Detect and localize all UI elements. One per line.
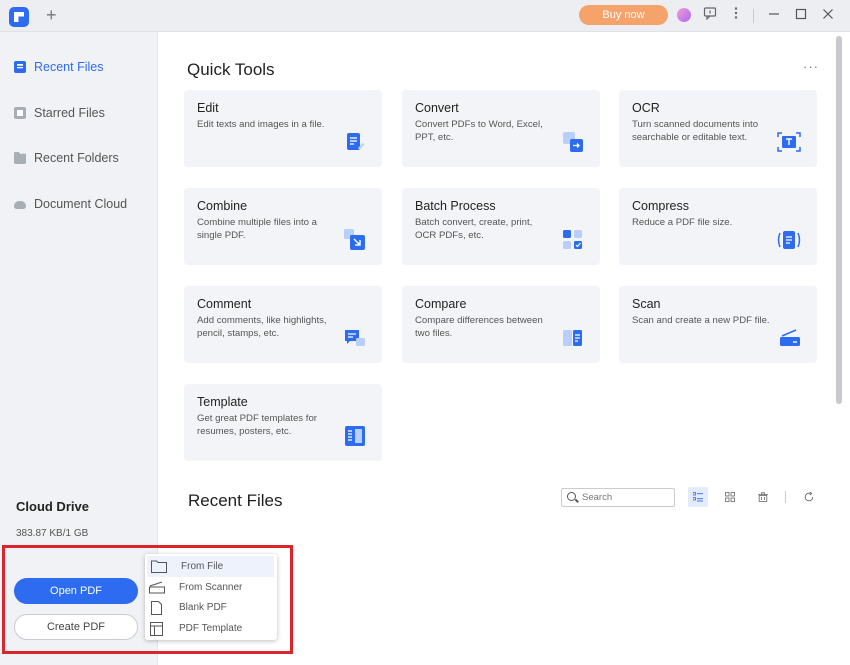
- grid-view-icon[interactable]: [720, 487, 740, 507]
- tool-desc: Get great PDF templates for resumes, pos…: [197, 413, 317, 437]
- open-pdf-button[interactable]: Open PDF: [14, 578, 138, 604]
- buy-now-button[interactable]: Buy now: [579, 5, 668, 25]
- tool-title: Convert: [415, 101, 459, 115]
- cloud-usage-fill: [16, 545, 18, 547]
- tool-convert[interactable]: Convert Convert PDFs to Word, Excel, PPT…: [402, 90, 600, 167]
- menu-item-blank-pdf[interactable]: Blank PDF: [145, 597, 277, 618]
- scanner-icon: [149, 581, 165, 594]
- titlebar-separator: [753, 9, 754, 23]
- recent-files-icon: [14, 61, 26, 73]
- menu-item-label: PDF Template: [179, 623, 243, 634]
- sidebar: Recent Files Starred Files Recent Folder…: [0, 32, 158, 665]
- tool-title: OCR: [632, 101, 660, 115]
- tool-desc: Batch convert, create, print, OCR PDFs, …: [415, 217, 533, 241]
- compare-icon: [562, 327, 584, 349]
- tool-desc: Reduce a PDF file size.: [632, 217, 733, 228]
- cloud-drive-title: Cloud Drive: [16, 499, 89, 514]
- comment-icon: [344, 327, 366, 349]
- tool-title: Edit: [197, 101, 219, 115]
- tool-desc: Convert PDFs to Word, Excel, PPT, etc.: [415, 119, 543, 143]
- tool-desc: Combine multiple files into a single PDF…: [197, 217, 317, 241]
- template-icon: [344, 425, 366, 447]
- sidebar-item-recent-folders[interactable]: Recent Folders: [0, 141, 158, 175]
- quick-tools-title: Quick Tools: [187, 60, 275, 79]
- tool-batch-process[interactable]: Batch Process Batch convert, create, pri…: [402, 188, 600, 265]
- menu-item-label: From File: [181, 561, 224, 572]
- title-bar: + Buy now: [0, 0, 850, 32]
- tool-title: Compress: [632, 199, 689, 213]
- blank-page-icon: [151, 600, 162, 615]
- menu-item-label: Blank PDF: [179, 602, 227, 613]
- refresh-icon[interactable]: [799, 487, 819, 507]
- cloud-usage-bar: [16, 545, 136, 547]
- create-pdf-menu: From File From Scanner Blank PDF PDF Tem…: [145, 554, 277, 640]
- tool-compare[interactable]: Compare Compare differences between two …: [402, 286, 600, 363]
- tool-desc: Scan and create a new PDF file.: [632, 315, 770, 326]
- sidebar-item-label: Document Cloud: [34, 197, 128, 211]
- feedback-icon[interactable]: [701, 6, 719, 24]
- menu-item-from-scanner[interactable]: From Scanner: [145, 577, 277, 598]
- search-icon: [567, 492, 576, 501]
- template-icon: [150, 621, 163, 636]
- tool-desc: Turn scanned documents into searchable o…: [632, 119, 759, 143]
- search-box[interactable]: [561, 488, 675, 507]
- convert-icon: [562, 131, 584, 153]
- tool-combine[interactable]: Combine Combine multiple files into a si…: [184, 188, 382, 265]
- recent-files-title: Recent Files: [188, 491, 283, 510]
- maximize-icon[interactable]: [792, 6, 810, 24]
- app-logo-icon: [9, 7, 29, 27]
- tool-title: Comment: [197, 297, 252, 311]
- combine-icon: [344, 229, 366, 251]
- tool-title: Scan: [632, 297, 661, 311]
- new-tab-button[interactable]: +: [46, 5, 57, 25]
- tool-desc: Add comments, like highlights, pencil, s…: [197, 315, 327, 339]
- tool-title: Batch Process: [415, 199, 496, 213]
- avatar[interactable]: [677, 8, 691, 22]
- search-input[interactable]: [582, 490, 672, 505]
- menu-item-pdf-template[interactable]: PDF Template: [145, 618, 277, 639]
- minimize-icon[interactable]: [765, 6, 783, 24]
- sidebar-item-starred-files[interactable]: Starred Files: [0, 96, 158, 130]
- tool-edit[interactable]: Edit Edit texts and images in a file.: [184, 90, 382, 167]
- tool-desc: Edit texts and images in a file.: [197, 119, 325, 130]
- close-icon[interactable]: [819, 6, 837, 24]
- tool-compress[interactable]: Compress Reduce a PDF file size.: [619, 188, 817, 265]
- more-options-icon[interactable]: ···: [803, 59, 819, 74]
- cloud-icon: [14, 201, 26, 209]
- list-view-icon[interactable]: [688, 487, 708, 507]
- tool-desc: Compare differences between two files.: [415, 315, 543, 339]
- sidebar-item-label: Recent Folders: [34, 151, 119, 165]
- scrollbar[interactable]: [836, 36, 842, 404]
- scanner-icon: [779, 327, 801, 349]
- cloud-usage-text: 383.87 KB/1 GB: [16, 528, 89, 539]
- edit-icon: [344, 131, 366, 153]
- sidebar-item-recent-files[interactable]: Recent Files: [0, 50, 158, 84]
- menu-item-from-file[interactable]: From File: [147, 556, 274, 577]
- menu-item-label: From Scanner: [179, 582, 243, 593]
- sidebar-item-label: Starred Files: [34, 106, 105, 120]
- star-icon: [14, 107, 26, 119]
- folder-icon: [14, 152, 26, 164]
- tool-title: Compare: [415, 297, 467, 311]
- sidebar-item-label: Recent Files: [34, 60, 104, 74]
- compress-icon: [777, 229, 801, 251]
- tool-title: Combine: [197, 199, 248, 213]
- kebab-menu-icon[interactable]: [727, 6, 745, 24]
- tool-scan[interactable]: Scan Scan and create a new PDF file.: [619, 286, 817, 363]
- batch-process-icon: [562, 229, 584, 251]
- toolbar-separator: [785, 491, 786, 503]
- sidebar-item-document-cloud[interactable]: Document Cloud: [0, 187, 158, 221]
- tool-comment[interactable]: Comment Add comments, like highlights, p…: [184, 286, 382, 363]
- folder-icon: [151, 560, 167, 573]
- tool-ocr[interactable]: OCR Turn scanned documents into searchab…: [619, 90, 817, 167]
- tool-title: Template: [197, 395, 248, 409]
- create-pdf-button[interactable]: Create PDF: [14, 614, 138, 640]
- tool-template[interactable]: Template Get great PDF templates for res…: [184, 384, 382, 461]
- clear-history-icon[interactable]: [753, 487, 773, 507]
- ocr-icon: [777, 131, 801, 153]
